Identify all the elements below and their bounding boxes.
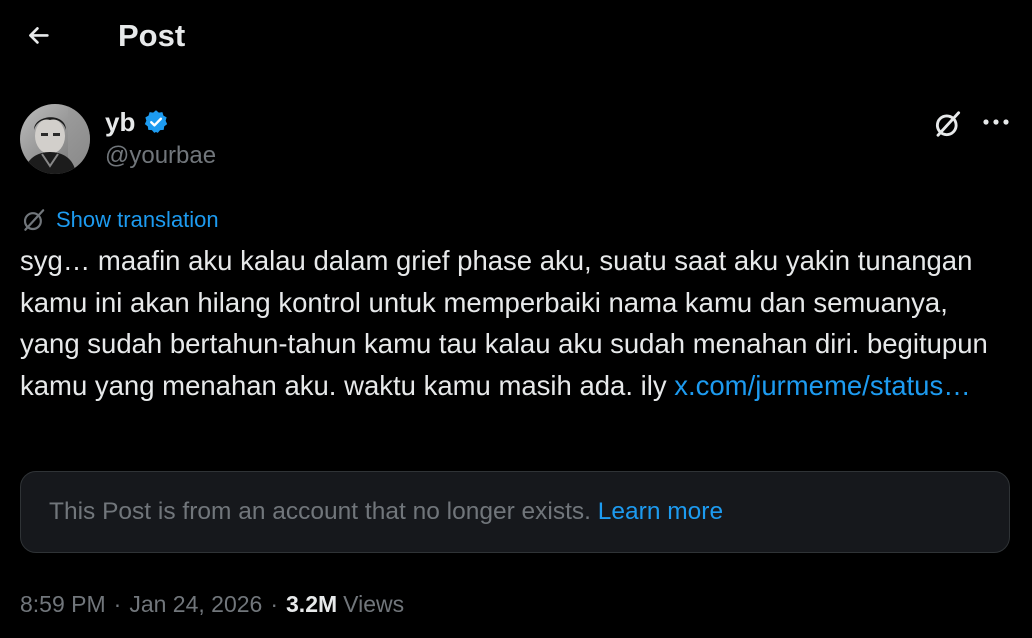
more-dots-icon xyxy=(983,119,1009,125)
page-title: Post xyxy=(118,18,186,53)
views-label: Views xyxy=(343,590,405,617)
views-count: 3.2M xyxy=(286,590,338,617)
grok-icon xyxy=(935,111,961,137)
grok-icon xyxy=(23,209,45,231)
post-time[interactable]: 8:59 PM xyxy=(20,591,106,618)
avatar[interactable] xyxy=(20,104,90,174)
deleted-account-notice: This Post is from an account that no lon… xyxy=(20,471,1010,553)
more-button[interactable] xyxy=(976,106,1016,138)
post-metadata: 8:59 PM · Jan 24, 2026 · 3.2M Views xyxy=(20,588,404,620)
grok-button[interactable] xyxy=(930,106,966,142)
author-handle[interactable]: @yourbae xyxy=(105,142,216,170)
learn-more-link[interactable]: Learn more xyxy=(598,498,723,525)
top-bar: Post xyxy=(0,0,1032,74)
show-translation-label: Show translation xyxy=(56,207,219,232)
post-date[interactable]: Jan 24, 2026 xyxy=(129,591,262,618)
arrow-left-icon xyxy=(29,27,49,44)
notice-text: This Post is from an account that no lon… xyxy=(49,498,598,525)
post-body: syg… maafin aku kalau dalam grief phase … xyxy=(20,240,1015,406)
separator: · xyxy=(113,590,122,617)
display-name[interactable]: yb xyxy=(105,107,135,138)
separator: · xyxy=(270,590,279,617)
show-translation-button[interactable]: Show translation xyxy=(20,206,219,234)
author-name-row: yb xyxy=(105,106,169,138)
back-button[interactable] xyxy=(20,18,56,54)
verified-badge-icon[interactable] xyxy=(143,109,169,135)
notice-message: This Post is from an account that no lon… xyxy=(49,498,723,526)
post-link[interactable]: x.com/jurmeme/status… xyxy=(674,370,970,401)
avatar-photo xyxy=(20,104,90,174)
